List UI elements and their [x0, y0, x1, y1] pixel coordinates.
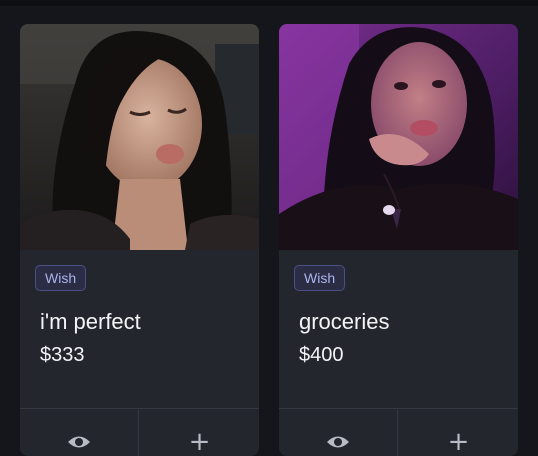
wish-card[interactable]: Wish groceries $400 + — [279, 24, 518, 456]
plus-icon: + — [447, 427, 470, 456]
item-price: $333 — [40, 344, 85, 366]
item-photo[interactable] — [20, 24, 259, 250]
item-photo-image — [279, 24, 518, 250]
item-title: i'm perfect — [40, 309, 141, 334]
eye-icon — [326, 433, 350, 456]
item-title: groceries — [299, 309, 390, 334]
wish-badge: Wish — [294, 265, 346, 291]
item-photo[interactable] — [279, 24, 518, 250]
item-price: $400 — [299, 344, 344, 366]
eye-icon — [67, 433, 91, 456]
top-bar — [0, 0, 538, 6]
wish-badge: Wish — [35, 265, 87, 291]
wish-card[interactable]: Wish i'm perfect $333 + — [20, 24, 259, 456]
item-photo-image — [20, 24, 259, 250]
wishlist-grid: Wish i'm perfect $333 + Wish groceries $… — [20, 24, 518, 456]
plus-icon: + — [188, 427, 211, 456]
